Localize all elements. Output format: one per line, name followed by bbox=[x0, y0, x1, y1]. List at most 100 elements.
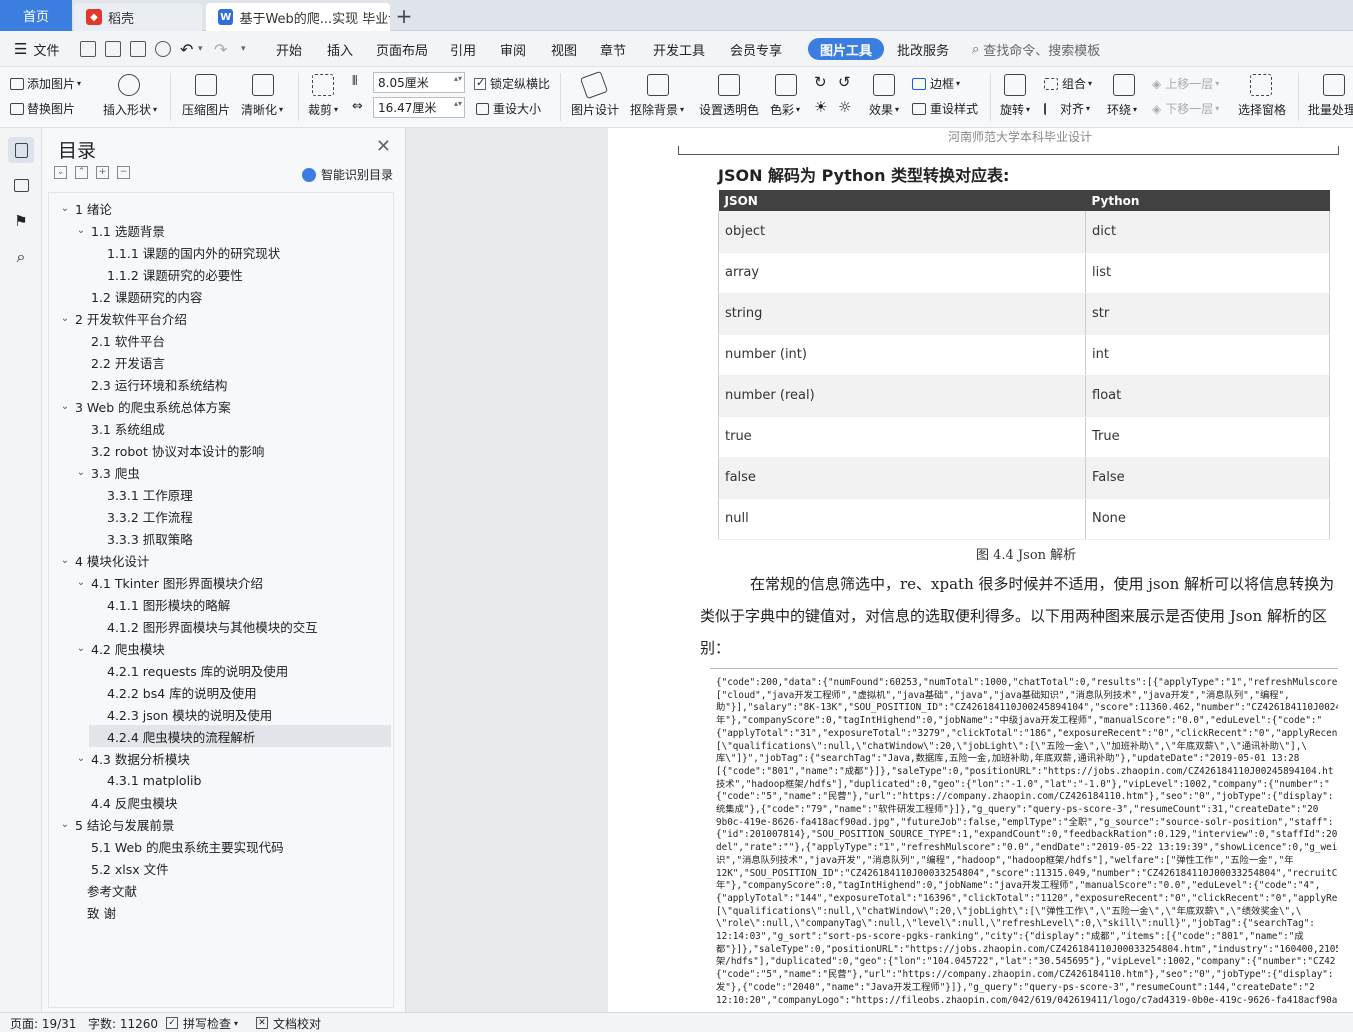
page-indicator[interactable]: 页面: 19/31 bbox=[10, 1013, 76, 1032]
replace-image-button[interactable]: 替换图片 bbox=[10, 100, 75, 117]
menu-member[interactable]: 会员专享 bbox=[730, 31, 782, 67]
toc-item[interactable]: ⌄ 3 Web 的爬虫系统总体方案 bbox=[49, 395, 393, 417]
tab-home[interactable]: 首页 bbox=[0, 0, 72, 31]
wrap-button[interactable]: 环绕 ▾ bbox=[1107, 101, 1137, 118]
toc-item[interactable]: 4.2.3 json 模块的说明及使用 bbox=[49, 703, 393, 725]
toc-item[interactable]: 3.3.1 工作原理 bbox=[49, 483, 393, 505]
menu-correction-service[interactable]: 批改服务 bbox=[897, 31, 949, 67]
print-icon[interactable] bbox=[130, 41, 146, 57]
menu-references[interactable]: 引用 bbox=[450, 31, 476, 67]
toc-item[interactable]: ⌄ 2 开发软件平台介绍 bbox=[49, 307, 393, 329]
compress-image-button[interactable]: 压缩图片 bbox=[182, 101, 230, 118]
file-menu[interactable]: ☰ 文件 bbox=[14, 31, 59, 67]
toc-item[interactable]: 2.3 运行环境和系统结构 bbox=[49, 373, 393, 395]
toc-item[interactable]: ⌄ 4.2 爬虫模块 bbox=[49, 637, 393, 659]
toc-item[interactable]: 4.1.1 图形模块的略解 bbox=[49, 593, 393, 615]
chevron-down-icon[interactable]: ⌄ bbox=[59, 313, 71, 324]
toc-item[interactable]: 1.1.2 课题研究的必要性 bbox=[49, 263, 393, 285]
toc-item[interactable]: 4.1.2 图形界面模块与其他模块的交互 bbox=[49, 615, 393, 637]
toc-item[interactable]: 致 谢 bbox=[49, 901, 393, 923]
bring-forward-button[interactable]: ◈ 上移一层 ▾ bbox=[1152, 75, 1219, 92]
align-button[interactable]: 对齐 ▾ bbox=[1044, 100, 1090, 117]
selection-pane-button[interactable]: 选择窗格 bbox=[1238, 101, 1286, 118]
find-panel-button[interactable]: ⌕ bbox=[8, 244, 34, 270]
add-heading-icon[interactable]: + bbox=[96, 166, 109, 179]
group-button[interactable]: 组合 ▾ bbox=[1044, 75, 1092, 92]
toc-item[interactable]: 4.2.1 requests 库的说明及使用 bbox=[49, 659, 393, 681]
print-preview-icon[interactable] bbox=[155, 41, 171, 57]
rotate-right-icon[interactable]: ↺ bbox=[838, 73, 851, 91]
brightness-down-icon[interactable]: ☼ bbox=[838, 98, 851, 116]
image-width-input[interactable]: 8.05厘米 bbox=[373, 72, 465, 93]
redo-icon[interactable]: ↷ bbox=[214, 31, 227, 67]
effects-button[interactable]: 效果 ▾ bbox=[869, 101, 899, 118]
toc-item[interactable]: 3.3.3 抓取策略 bbox=[49, 527, 393, 549]
toc-item[interactable]: 5.1 Web 的爬虫系统主要实现代码 bbox=[49, 835, 393, 857]
toc-item[interactable]: 4.2.2 bs4 库的说明及使用 bbox=[49, 681, 393, 703]
toc-item[interactable]: ⌄ 1 绪论 bbox=[49, 197, 393, 219]
menu-page-layout[interactable]: 页面布局 bbox=[376, 31, 428, 67]
toc-item[interactable]: 2.2 开发语言 bbox=[49, 351, 393, 373]
body-paragraph[interactable]: 在常规的信息筛选中，re、xpath 很多时候并不适用，使用 json 解析可以… bbox=[700, 568, 1345, 664]
toc-item[interactable]: 3.2 robot 协议对本设计的影响 bbox=[49, 439, 393, 461]
menu-review[interactable]: 审阅 bbox=[500, 31, 526, 67]
toc-item[interactable]: 3.1 系统组成 bbox=[49, 417, 393, 439]
collapse-all-icon[interactable]: ⌃ bbox=[75, 166, 88, 179]
proofread-button[interactable]: ✕ 文档校对 bbox=[256, 1013, 321, 1032]
toc-item[interactable]: ⌄ 4.1 Tkinter 图形界面模块介绍 bbox=[49, 571, 393, 593]
chevron-down-icon[interactable]: ⌄ bbox=[75, 577, 87, 588]
toc-item[interactable]: ⌄ 5 结论与发展前景 bbox=[49, 813, 393, 835]
chevron-down-icon[interactable]: ⌄ bbox=[59, 819, 71, 830]
border-button[interactable]: 边框 ▾ bbox=[912, 75, 960, 92]
json-raw-image[interactable]: {"code":200,"data":{"numFound":60253,"nu… bbox=[710, 668, 1338, 1012]
expand-all-icon[interactable]: ⌄ bbox=[54, 166, 67, 179]
menu-view[interactable]: 视图 bbox=[551, 31, 577, 67]
toc-item[interactable]: ⌄ 3.3 爬虫 bbox=[49, 461, 393, 483]
toc-item[interactable]: 4.4 反爬虫模块 bbox=[49, 791, 393, 813]
toc-item[interactable]: 5.2 xlsx 文件 bbox=[49, 857, 393, 879]
batch-process-button[interactable]: 批量处理 bbox=[1308, 101, 1353, 118]
menu-start[interactable]: 开始 bbox=[276, 31, 302, 67]
conversion-table[interactable]: JSON Python object dict array list string str… bbox=[718, 190, 1330, 540]
spell-check-button[interactable]: ✓ 拼写检查 ▾ bbox=[166, 1013, 238, 1032]
chevron-down-icon[interactable]: ⌄ bbox=[59, 203, 71, 214]
reset-style-button[interactable]: 重设样式 bbox=[912, 100, 978, 117]
image-height-input[interactable]: 16.47厘米 bbox=[373, 97, 465, 118]
send-backward-button[interactable]: ◈ 下移一层 ▾ bbox=[1152, 100, 1219, 117]
chevron-down-icon[interactable]: ⌄ bbox=[75, 467, 87, 478]
crop-button[interactable]: 裁剪 ▾ bbox=[308, 101, 338, 118]
toc-item[interactable]: ⌄ 1.1 选题背景 bbox=[49, 219, 393, 241]
chevron-down-icon[interactable]: ⌄ bbox=[75, 753, 87, 764]
sharpen-button[interactable]: 清晰化 ▾ bbox=[241, 101, 283, 118]
chevron-down-icon[interactable]: ⌄ bbox=[59, 555, 71, 566]
tab-docer[interactable]: ◆ 稻壳 bbox=[74, 3, 202, 31]
rotate-button[interactable]: 旋转 ▾ bbox=[1000, 101, 1030, 118]
add-image-button[interactable]: 添加图片 ▾ bbox=[10, 75, 81, 92]
command-search[interactable]: ⌕ 查找命令、搜索模板 bbox=[972, 31, 1100, 67]
undo-icon[interactable]: ↶ bbox=[180, 31, 193, 67]
smart-toc-button[interactable]: 智能识别目录 bbox=[301, 166, 393, 183]
toc-item[interactable]: 4.3.1 matplolib bbox=[49, 769, 393, 791]
toc-panel-button[interactable] bbox=[8, 137, 34, 163]
menu-chapter[interactable]: 章节 bbox=[600, 31, 626, 67]
toc-item[interactable]: ⌄ 4 模块化设计 bbox=[49, 549, 393, 571]
close-icon[interactable]: ✕ bbox=[376, 136, 391, 157]
toc-item[interactable]: 参考文献 bbox=[49, 879, 393, 901]
insert-shape-button[interactable]: 插入形状 ▾ bbox=[103, 101, 157, 118]
tab-document[interactable]: W 基于Web的爬...实现 毕业论文 bbox=[206, 3, 390, 31]
reset-size-button[interactable]: 重设大小 bbox=[476, 100, 541, 117]
outline-panel-button[interactable] bbox=[8, 172, 34, 198]
menu-picture-tools[interactable]: 图片工具 bbox=[808, 38, 885, 60]
toc-item[interactable]: 1.1.1 课题的国内外的研究现状 bbox=[49, 241, 393, 263]
export-pdf-icon[interactable] bbox=[105, 41, 121, 57]
menu-insert[interactable]: 插入 bbox=[327, 31, 353, 67]
save-icon[interactable] bbox=[80, 41, 96, 57]
remove-heading-icon[interactable]: − bbox=[117, 166, 130, 179]
brightness-up-icon[interactable]: ☀ bbox=[814, 98, 827, 116]
chevron-down-icon[interactable]: ⌄ bbox=[75, 225, 87, 236]
image-design-button[interactable]: 图片设计 bbox=[571, 101, 619, 118]
remove-background-button[interactable]: 抠除背景 ▾ bbox=[630, 101, 684, 118]
toc-item[interactable]: 1.2 课题研究的内容 bbox=[49, 285, 393, 307]
bookmark-panel-button[interactable]: ⚑ bbox=[8, 208, 34, 234]
menu-dev-tools[interactable]: 开发工具 bbox=[653, 31, 705, 67]
